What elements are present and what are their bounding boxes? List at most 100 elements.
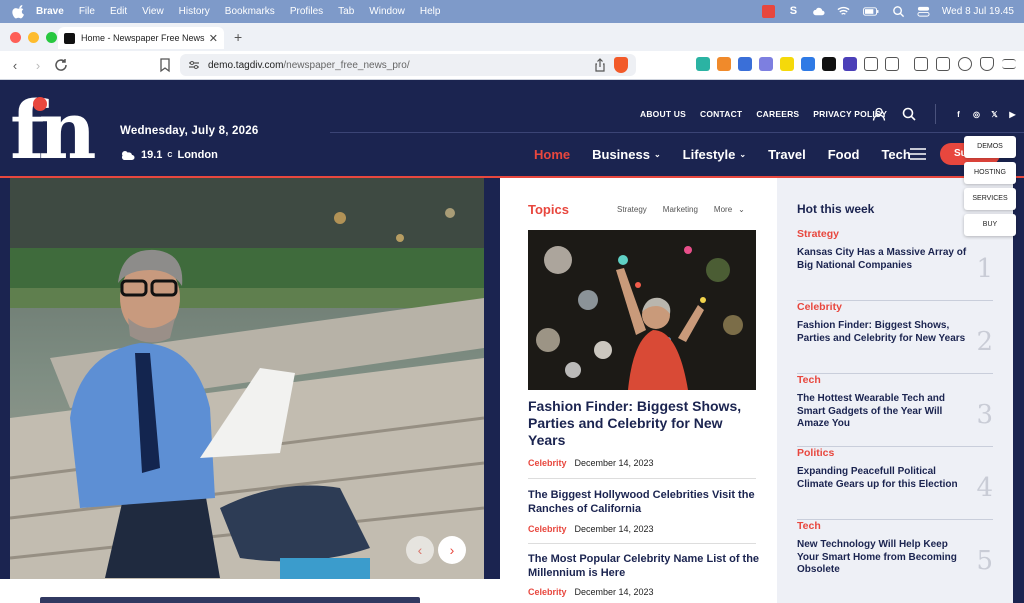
vpn-shield-icon[interactable] [980, 57, 994, 71]
article-title[interactable]: The Biggest Hollywood Celebrities Visit … [528, 489, 760, 516]
extension-8-icon[interactable] [843, 57, 857, 71]
link-contact[interactable]: CONTACT [700, 109, 742, 119]
article-title[interactable]: The Most Popular Celebrity Name List of … [528, 553, 760, 580]
social-links: f ◎ 𝕏 ▶ [954, 110, 1017, 119]
sidebar-toggle-icon[interactable] [914, 57, 928, 71]
battery-icon[interactable] [862, 5, 880, 18]
extension-1-icon[interactable] [696, 57, 710, 71]
hot-item-category[interactable]: Politics [797, 447, 834, 459]
search-icon[interactable] [902, 107, 916, 121]
extension-4-icon[interactable] [759, 57, 773, 71]
facebook-icon[interactable]: f [954, 110, 963, 119]
header-separator [935, 104, 936, 124]
address-bar[interactable]: demo.tagdiv.com/newspaper_free_news_pro/ [180, 54, 636, 76]
cloud-icon[interactable] [812, 5, 825, 18]
hot-item-category[interactable]: Tech [797, 374, 821, 386]
puzzle-extensions-icon[interactable] [864, 57, 878, 71]
share-icon[interactable] [594, 58, 606, 72]
x-twitter-icon[interactable]: 𝕏 [990, 110, 999, 119]
nav-home[interactable]: Home [534, 147, 570, 162]
tab-marketing[interactable]: Marketing [663, 205, 698, 214]
metamask-icon[interactable] [717, 57, 731, 71]
hot-item-title[interactable]: New Technology Will Help Keep Your Smart… [797, 539, 969, 577]
search-spotlight-icon[interactable] [892, 5, 905, 18]
extension-7-icon[interactable] [822, 57, 836, 71]
menu-history[interactable]: History [179, 6, 210, 17]
wifi-icon[interactable] [837, 5, 850, 18]
article-category[interactable]: Celebrity [528, 524, 567, 534]
nav-lifestyle[interactable]: Lifestyle ⌄ [683, 147, 746, 162]
demos-button[interactable]: DEMOS [964, 136, 1016, 158]
article-category[interactable]: Celebrity [528, 587, 567, 597]
hot-item-category[interactable]: Tech [797, 520, 821, 532]
tab-more[interactable]: More ⌄ [714, 205, 745, 214]
control-center-icon[interactable] [917, 5, 930, 18]
hot-item-title[interactable]: The Hottest Wearable Tech and Smart Gadg… [797, 393, 969, 431]
menu-view[interactable]: View [142, 6, 164, 17]
menu-app[interactable]: Brave [36, 6, 64, 17]
back-arrow-icon[interactable]: ‹ [7, 57, 23, 73]
extension-3-icon[interactable] [738, 57, 752, 71]
minimize-window-button[interactable] [28, 32, 39, 43]
hero-slider-image[interactable] [10, 178, 484, 579]
s-app-icon[interactable]: S [787, 5, 800, 18]
services-button[interactable]: SERVICES [964, 188, 1016, 210]
menu-edit[interactable]: Edit [110, 6, 127, 17]
hot-item-rank: 1 [976, 254, 993, 284]
menubar-tray: S Wed 8 Jul 19.45 [761, 0, 1014, 23]
close-window-button[interactable] [10, 32, 21, 43]
menu-help[interactable]: Help [420, 6, 441, 17]
nav-business[interactable]: Business ⌄ [592, 147, 661, 162]
forward-arrow-icon[interactable]: › [30, 57, 46, 73]
calendar-badge-icon[interactable] [761, 5, 775, 18]
hot-item-title[interactable]: Kansas City Has a Massive Array of Big N… [797, 247, 969, 272]
link-about-us[interactable]: ABOUT US [640, 109, 686, 119]
tab-strategy[interactable]: Strategy [617, 205, 647, 214]
slider-next-button[interactable]: › [438, 536, 466, 564]
browser-menu-icon[interactable] [1002, 59, 1016, 69]
reload-icon[interactable] [53, 57, 69, 73]
wallet-icon[interactable] [936, 57, 950, 71]
lead-article-image[interactable] [528, 230, 756, 390]
lead-article-title[interactable]: Fashion Finder: Biggest Shows, Parties a… [528, 398, 760, 449]
nav-tech[interactable]: Tech [881, 147, 910, 162]
menu-profiles[interactable]: Profiles [290, 6, 323, 17]
browser-tab-active[interactable]: Home - Newspaper Free News ✕ [58, 27, 224, 49]
hot-item-title[interactable]: Expanding Peacefull Political Climate Ge… [797, 466, 969, 491]
extension-5-icon[interactable] [780, 57, 794, 71]
instagram-icon[interactable]: ◎ [972, 110, 981, 119]
bookmark-icon[interactable] [158, 57, 172, 73]
menu-tab[interactable]: Tab [338, 6, 354, 17]
lead-article-category[interactable]: Celebrity [528, 458, 567, 468]
url-path: /newspaper_free_news_pro/ [283, 59, 410, 71]
hosting-button[interactable]: HOSTING [964, 162, 1016, 184]
hero-caption-area [0, 579, 500, 603]
extension-10-icon[interactable] [885, 57, 899, 71]
site-settings-icon[interactable] [188, 60, 200, 70]
menu-file[interactable]: File [79, 6, 95, 17]
close-tab-icon[interactable]: ✕ [209, 32, 218, 45]
hot-item-category[interactable]: Celebrity [797, 301, 842, 313]
nav-travel[interactable]: Travel [768, 147, 806, 162]
hot-item-category[interactable]: Strategy [797, 228, 839, 240]
slider-prev-button[interactable]: ‹ [406, 536, 434, 564]
extension-6-icon[interactable] [801, 57, 815, 71]
new-tab-button[interactable]: + [234, 29, 242, 45]
nav-food[interactable]: Food [828, 147, 860, 162]
apple-icon[interactable] [12, 4, 26, 19]
zoom-window-button[interactable] [46, 32, 57, 43]
user-icon[interactable] [872, 107, 886, 121]
youtube-icon[interactable]: ▶ [1008, 110, 1017, 119]
hot-item-title[interactable]: Fashion Finder: Biggest Shows, Parties a… [797, 320, 969, 345]
brave-shields-icon[interactable] [614, 57, 628, 73]
menu-bookmarks[interactable]: Bookmarks [225, 6, 275, 17]
link-careers[interactable]: CAREERS [756, 109, 799, 119]
site-logo[interactable]: fn [10, 83, 101, 177]
leo-ai-icon[interactable] [958, 57, 972, 71]
menu-window[interactable]: Window [369, 6, 405, 17]
hamburger-menu-icon[interactable] [910, 148, 926, 160]
buy-button[interactable]: BUY [964, 214, 1016, 236]
article-date: December 14, 2023 [574, 524, 654, 534]
article-meta: Celebrity December 14, 2023 [528, 587, 654, 597]
menubar-clock[interactable]: Wed 8 Jul 19.45 [942, 6, 1014, 17]
